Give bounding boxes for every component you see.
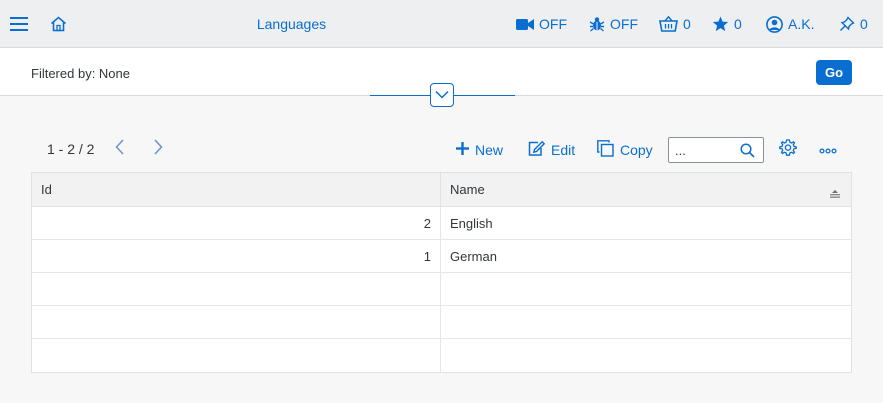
search-field[interactable] [668,137,764,163]
copy-label: Copy [620,142,653,158]
chevron-down-icon [435,86,449,104]
favorites-count: 0 [734,16,742,32]
star-icon [712,16,729,32]
cell-id [32,306,441,338]
table-row [32,306,851,339]
table-header: Id Name [32,173,851,207]
new-button[interactable]: New [456,136,503,164]
cell-name: English [450,215,493,231]
edit-label: Edit [551,142,576,158]
cell-id [32,339,441,372]
pins-count: 0 [860,16,868,32]
overflow-icon [819,141,837,159]
cell-id: 1 [32,240,441,272]
debug-toggle[interactable]: OFF [589,0,638,48]
cart-count: 0 [683,16,691,32]
languages-table: Id Name 2 English 1 German [31,172,852,373]
video-camera-icon [516,18,534,31]
edit-icon [528,140,546,159]
debug-status: OFF [610,16,638,32]
table-row[interactable]: 1 German [32,240,851,273]
filter-summary: Filtered by: None [31,66,130,81]
sort-icon [830,186,840,201]
video-toggle[interactable]: OFF [516,0,567,48]
cart-button[interactable]: 0 [659,0,691,48]
go-button[interactable]: Go [816,60,852,85]
search-icon[interactable] [740,143,755,163]
plus-icon [456,142,469,158]
bug-icon [589,16,605,32]
next-page-button[interactable] [150,138,166,160]
column-header-id[interactable]: Id [32,173,441,206]
more-options-button[interactable] [817,139,839,161]
chevron-left-icon [114,138,124,160]
expand-filter-button[interactable] [430,83,454,107]
cell-name [441,339,851,372]
new-label: New [475,142,504,158]
pins-button[interactable]: 0 [839,0,868,48]
column-header-name[interactable]: Name [441,173,851,206]
pagination-info: 1 - 2 / 2 [47,141,95,157]
column-header-name-label: Name [450,182,485,197]
settings-button[interactable] [777,138,799,162]
app-title: Languages [256,16,327,32]
user-menu[interactable]: A.K. [766,0,814,48]
cell-name: German [450,248,497,264]
basket-icon [659,16,678,32]
chevron-right-icon [153,138,163,160]
table-row[interactable]: 2 English [32,207,851,240]
video-status: OFF [539,16,567,32]
cell-name [441,306,851,338]
shell-bar: Languages OFF OFF 0 0 A.K. 0 [0,0,883,48]
edit-button[interactable]: Edit [528,136,575,164]
cell-id: 2 [32,207,441,239]
copy-button[interactable]: Copy [597,136,653,164]
copy-icon [597,140,614,160]
table-row [32,273,851,306]
user-avatar-icon [766,15,783,33]
pin-icon [839,16,855,32]
cell-name [441,273,851,305]
gear-icon [779,138,797,162]
previous-page-button[interactable] [111,138,127,160]
favorites-button[interactable]: 0 [712,0,742,48]
search-input[interactable] [675,141,735,159]
table-row [32,339,851,372]
user-initials: A.K. [788,16,815,32]
cell-id [32,273,441,305]
